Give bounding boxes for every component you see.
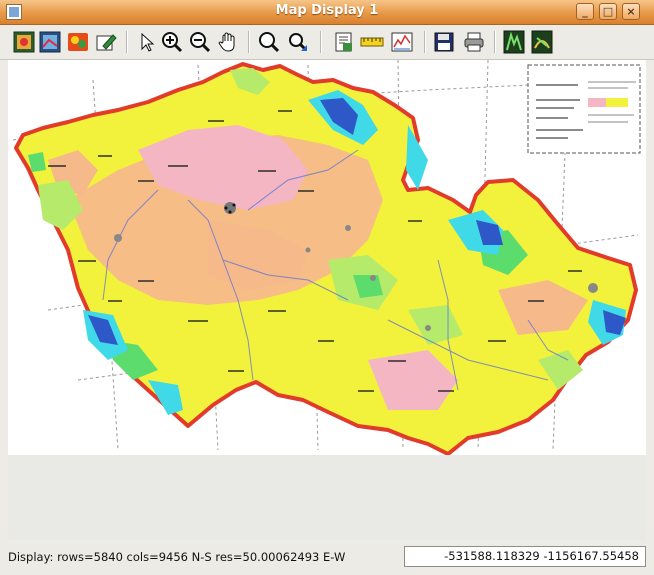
redraw-icon [68,33,88,51]
toolbar-separator [494,31,496,53]
zoom-back-button[interactable] [256,30,280,54]
display-info-text: Display: rows=5840 cols=9456 N-S res=50.… [8,550,350,564]
display-map-button[interactable] [12,30,36,54]
map-canvas[interactable] [8,60,646,455]
profile-button[interactable] [390,30,414,54]
map-canvas-empty-area[interactable] [8,455,646,540]
pointer-icon [141,32,155,52]
measure-button[interactable] [360,30,384,54]
zoom-menu-icon [289,33,307,51]
close-button[interactable]: × [622,3,640,20]
zoom-menu-button[interactable] [286,30,310,54]
save-button[interactable] [432,30,456,54]
erase-icon [96,34,117,51]
map-legend [527,64,641,154]
toolbar-separator [424,31,426,53]
zoom-in-icon [162,32,183,53]
georectify-button[interactable] [530,30,554,54]
status-bar: Display: rows=5840 cols=9456 N-S res=50.… [0,542,654,575]
toolbar-separator [126,31,128,53]
print-button[interactable] [462,30,486,54]
printer-icon [464,32,484,52]
pointer-button[interactable] [134,30,158,54]
redraw-button[interactable] [66,30,90,54]
nviz-button[interactable] [502,30,526,54]
profile-icon [391,32,413,52]
zoom-out-button[interactable] [188,30,212,54]
query-button[interactable] [332,30,356,54]
window-title: Map Display 1 [275,3,379,18]
georectify-icon [531,30,553,54]
nviz-3d-icon [503,30,525,54]
zoom-in-button[interactable] [160,30,184,54]
zoom-out-icon [190,32,211,53]
title-bar[interactable]: Map Display 1 _ □ × [0,0,654,25]
map-display-window: Map Display 1 _ □ × Display: rows=5840 c… [0,0,654,575]
zoom-back-icon [259,32,279,53]
ruler-icon [360,37,384,47]
czech-republic-map [12,60,641,455]
toolbar-separator [320,31,322,53]
floppy-disk-icon [434,32,454,52]
display-region-button[interactable] [38,30,62,54]
display-map-icon [13,31,35,53]
coordinates-field: -531588.118329 -1156167.55458 [404,546,646,567]
toolbar-separator [248,31,250,53]
erase-button[interactable] [94,30,118,54]
map-toolbar [0,25,654,60]
maximize-button[interactable]: □ [599,3,617,20]
pan-button[interactable] [216,30,240,54]
query-icon [335,32,352,52]
pan-hand-icon [218,32,235,52]
display-region-icon [39,31,61,53]
minimize-button[interactable]: _ [576,3,594,20]
